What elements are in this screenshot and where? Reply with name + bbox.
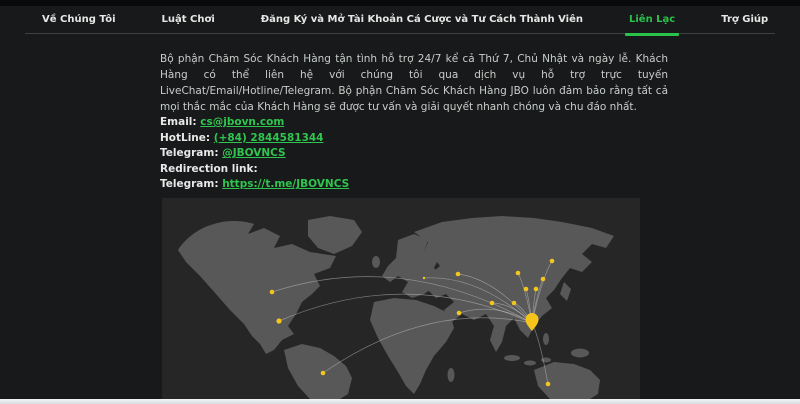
world-map-graphic — [162, 198, 640, 399]
dot-central-asia — [490, 301, 495, 306]
contact-row-3: Redirection link: — [160, 162, 349, 178]
nav-tab-1[interactable]: Luật Chơi — [158, 6, 219, 34]
contact-label: Redirection link: — [160, 163, 258, 175]
dot-kamchatka — [550, 259, 555, 264]
dot-siberia — [516, 271, 521, 276]
contact-link[interactable]: https://t.me/JBOVNCS — [222, 178, 349, 190]
contact-row-1: HotLine: (+84) 2844581344 — [160, 131, 349, 147]
dot-middle-east — [457, 311, 462, 316]
dot-west-russia — [456, 272, 461, 277]
dot-fareast-russia — [541, 277, 546, 282]
dot-australia — [546, 382, 551, 387]
contact-link[interactable]: @JBOVNCS — [222, 147, 285, 159]
contact-link[interactable]: cs@jbovn.com — [200, 116, 284, 128]
dot-ne-china — [534, 287, 539, 292]
nav-tab-3[interactable]: Liên Lạc — [625, 6, 679, 34]
contact-list: Email: cs@jbovn.comHotLine: (+84) 284458… — [160, 115, 349, 193]
contact-label: Email: — [160, 116, 200, 128]
continent-shapes — [178, 216, 614, 399]
dot-mongolia — [524, 287, 529, 292]
dot-brazil — [321, 371, 326, 376]
nav-tab-0[interactable]: Về Chúng Tôi — [38, 6, 120, 34]
nav-tab-2[interactable]: Đăng Ký và Mở Tài Khoản Cá Cược và Tư Cá… — [257, 6, 587, 34]
dot-europe — [423, 277, 425, 279]
top-nav: Về Chúng Tôi Luật Chơi Đăng Ký và Mở Tài K… — [25, 6, 775, 34]
dot-usa-south — [276, 318, 281, 323]
nav-tab-4[interactable]: Trợ Giúp — [717, 6, 772, 34]
contact-label: HotLine: — [160, 132, 214, 144]
contact-label: Telegram: — [160, 147, 222, 159]
contact-row-2: Telegram: @JBOVNCS — [160, 146, 349, 162]
dot-canada — [270, 290, 275, 295]
contact-row-4: Telegram: https://t.me/JBOVNCS — [160, 177, 349, 193]
contact-label: Telegram: — [160, 178, 222, 190]
next-section-edge — [0, 399, 800, 404]
contact-row-0: Email: cs@jbovn.com — [160, 115, 349, 131]
contact-link[interactable]: (+84) 2844581344 — [214, 132, 324, 144]
dot-west-china — [512, 301, 517, 306]
world-map — [162, 198, 640, 399]
support-description: Bộ phận Chăm Sóc Khách Hàng tận tình hỗ … — [160, 51, 668, 115]
